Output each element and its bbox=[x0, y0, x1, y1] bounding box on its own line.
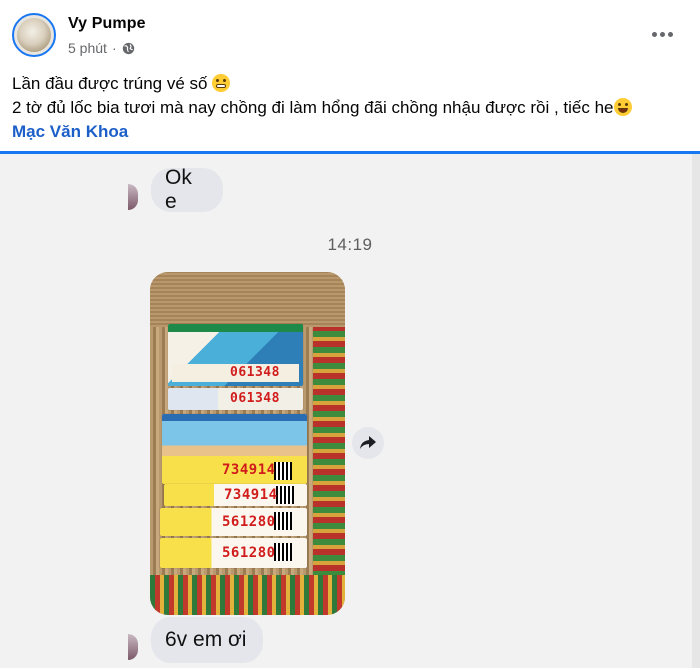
ticket-number: 734914 bbox=[222, 462, 276, 478]
share-arrow-icon bbox=[360, 436, 376, 449]
chat-timestamp: 14:19 bbox=[327, 235, 373, 254]
facebook-post: Vy Pumpe 5 phút · Lần đầu được trúng vé … bbox=[0, 0, 700, 668]
post-header: Vy Pumpe 5 phút · bbox=[0, 0, 700, 68]
chat-message-2: 6v em ơi bbox=[165, 628, 247, 651]
laughing-emoji-icon bbox=[613, 98, 632, 116]
lottery-ticket: 734914 bbox=[162, 414, 307, 484]
post-text: Lần đầu được trúng vé số 2 tờ đủ lốc bia… bbox=[12, 72, 692, 144]
mat-stripes-right bbox=[313, 327, 345, 577]
chat-screenshot[interactable] bbox=[0, 154, 700, 668]
post-line-2: 2 tờ đủ lốc bia tươi mà nay chồng đi làm… bbox=[12, 98, 614, 117]
chat-bubble-ok: Ok e bbox=[151, 166, 223, 213]
scrollbar[interactable] bbox=[692, 154, 700, 668]
ticket-number: 061348 bbox=[230, 365, 280, 380]
lottery-ticket: 061348 bbox=[168, 324, 303, 386]
lottery-photo[interactable]: 061348 061348 734914 734914 561280 56128… bbox=[150, 272, 345, 615]
ticket-label bbox=[168, 388, 218, 410]
mat-texture bbox=[150, 272, 345, 327]
lottery-ticket: 561280 bbox=[160, 538, 307, 568]
ticket-number: 561280 bbox=[222, 514, 276, 530]
ticket-header bbox=[162, 414, 307, 421]
ticket-number: 561280 bbox=[222, 545, 276, 561]
post-meta: 5 phút · bbox=[68, 40, 135, 56]
ticket-header bbox=[168, 324, 303, 332]
lottery-ticket: 734914 bbox=[164, 484, 307, 506]
qr-code bbox=[276, 486, 294, 504]
ticket-number: 061348 bbox=[230, 391, 280, 406]
qr-code bbox=[274, 462, 292, 480]
qr-code bbox=[274, 512, 292, 530]
mention-link[interactable]: Mạc Văn Khoa bbox=[12, 122, 128, 141]
author-name[interactable]: Vy Pumpe bbox=[68, 15, 146, 33]
post-time[interactable]: 5 phút bbox=[68, 40, 107, 56]
post-line-1: Lần đầu được trúng vé số bbox=[12, 74, 208, 93]
lottery-ticket: 061348 bbox=[168, 388, 303, 410]
meta-separator: · bbox=[111, 40, 117, 56]
more-options-icon[interactable] bbox=[650, 22, 674, 46]
chat-message-1: Ok e bbox=[165, 166, 192, 213]
avatar-image bbox=[17, 18, 51, 52]
author-avatar[interactable] bbox=[12, 13, 56, 57]
grimace-emoji-icon bbox=[212, 74, 231, 92]
lottery-ticket: 561280 bbox=[160, 508, 307, 536]
mat-stripes-bottom bbox=[150, 575, 345, 615]
forward-icon[interactable] bbox=[352, 427, 384, 459]
qr-code bbox=[274, 543, 292, 561]
ticket-number: 734914 bbox=[224, 487, 278, 503]
globe-icon[interactable] bbox=[122, 42, 135, 55]
chat-bubble-6v: 6v em ơi bbox=[151, 617, 263, 663]
